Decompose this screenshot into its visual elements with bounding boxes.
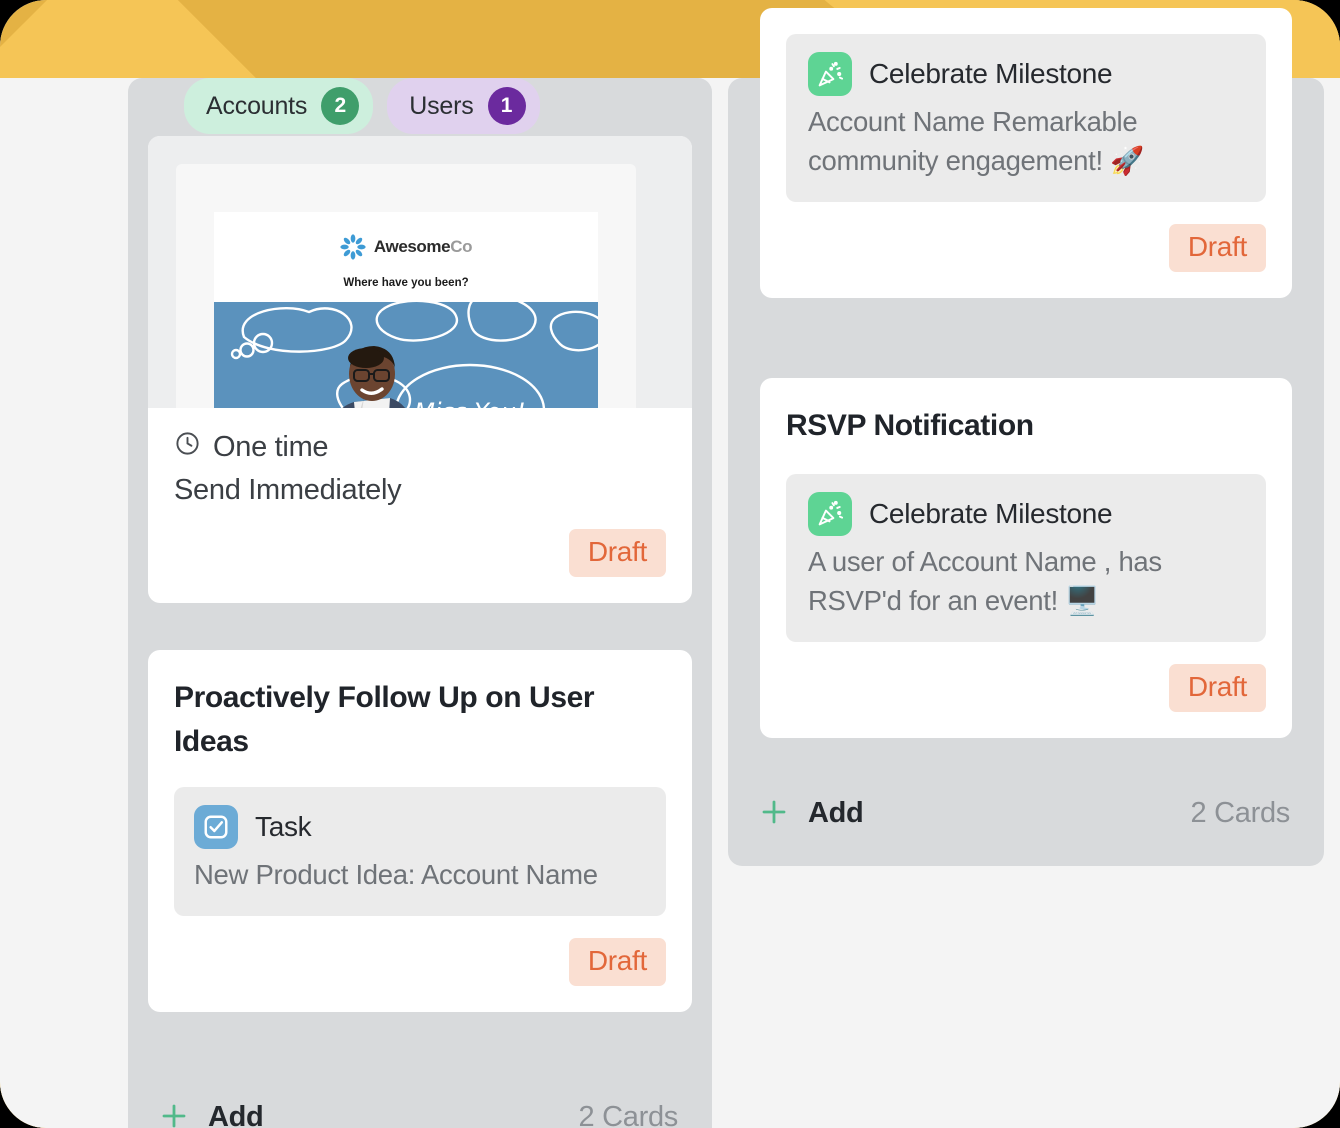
rsvp-body: A user of Account Name , has RSVP'd for … bbox=[808, 545, 1162, 616]
task-header: Task bbox=[194, 805, 646, 849]
board-column-right: Celebrate Milestone Account Name Remarka… bbox=[728, 8, 1324, 866]
card-follow-up[interactable]: Proactively Follow Up on User Ideas Task bbox=[148, 650, 692, 1013]
accounts-pill-label: Accounts bbox=[206, 91, 308, 120]
task-label: Task bbox=[255, 811, 312, 842]
rsvp-header: Celebrate Milestone bbox=[808, 491, 1244, 536]
party-popper-icon bbox=[808, 491, 852, 536]
add-card-button[interactable]: Add bbox=[758, 796, 864, 831]
task-checkbox-icon bbox=[194, 805, 238, 849]
users-pill-label: Users bbox=[409, 91, 474, 120]
email-logo-row: AwesomeCo bbox=[214, 212, 598, 260]
card-title: Proactively Follow Up on User Ideas bbox=[174, 681, 595, 758]
email-hero-image: Miss You! bbox=[214, 302, 598, 408]
rsvp-label: Celebrate Milestone bbox=[869, 497, 1113, 529]
card-title: RSVP Notification bbox=[786, 409, 1034, 442]
filter-pill-users[interactable]: Users 1 bbox=[387, 78, 540, 134]
status-row: Draft bbox=[760, 642, 1292, 738]
card-email-campaign[interactable]: AwesomeCo Where have you been? One time … bbox=[148, 136, 692, 603]
logo-secondary-text: Co bbox=[450, 237, 473, 256]
status-badge[interactable]: Draft bbox=[568, 938, 666, 987]
logo-primary-text: Awesome bbox=[373, 237, 451, 256]
task-body: New Product Idea: Account Name bbox=[194, 859, 598, 890]
task-subcard[interactable]: Task New Product Idea: Account Name bbox=[174, 787, 666, 917]
card-milestone[interactable]: Celebrate Milestone Account Name Remarka… bbox=[760, 8, 1292, 299]
schedule-row: One time bbox=[148, 408, 692, 465]
add-label: Add bbox=[808, 797, 864, 829]
clock-icon bbox=[174, 430, 201, 465]
email-body: AwesomeCo Where have you been? bbox=[214, 212, 598, 408]
card-rsvp-notification[interactable]: RSVP Notification Celebrate Milestone A … bbox=[760, 378, 1292, 738]
column-footer-right: Add 2 Cards bbox=[728, 796, 1324, 831]
status-badge[interactable]: Draft bbox=[568, 529, 666, 577]
email-sheet: AwesomeCo Where have you been? bbox=[176, 164, 636, 408]
email-logo-text: AwesomeCo bbox=[373, 237, 473, 257]
email-preview: AwesomeCo Where have you been? bbox=[148, 136, 692, 408]
filter-pill-accounts[interactable]: Accounts 2 bbox=[184, 78, 374, 134]
schedule-detail: Send Immediately bbox=[174, 474, 402, 506]
status-row: Draft bbox=[148, 916, 692, 1012]
milestone-header: Celebrate Milestone bbox=[808, 52, 1244, 96]
plus-icon bbox=[758, 796, 790, 831]
schedule-label: One time bbox=[213, 431, 329, 463]
accounts-pill-count: 2 bbox=[321, 87, 360, 125]
milestone-body: Account Name Remarkable community engage… bbox=[808, 106, 1145, 177]
column-footer-left: Add 2 Cards bbox=[128, 1100, 712, 1128]
milestone-label: Celebrate Milestone bbox=[869, 58, 1113, 89]
status-badge[interactable]: Draft bbox=[1168, 663, 1266, 712]
filter-pill-row: Accounts 2 Users 1 bbox=[184, 78, 540, 134]
status-row: Draft bbox=[760, 202, 1292, 298]
card-count-label: 2 Cards bbox=[578, 1101, 679, 1128]
status-badge[interactable]: Draft bbox=[1168, 224, 1266, 273]
status-row: Draft bbox=[148, 507, 692, 603]
board-column-left: Accounts 2 Users 1 AwesomeCo Where have … bbox=[128, 78, 712, 1128]
plus-icon bbox=[158, 1100, 190, 1128]
party-popper-icon bbox=[808, 52, 852, 96]
users-pill-count: 1 bbox=[487, 87, 526, 125]
add-label: Add bbox=[208, 1101, 264, 1128]
email-headline: Where have you been? bbox=[343, 277, 469, 289]
rsvp-subcard[interactable]: Celebrate Milestone A user of Account Na… bbox=[786, 473, 1266, 642]
app-frame: Accounts 2 Users 1 AwesomeCo Where have … bbox=[0, 0, 1340, 1128]
board: Accounts 2 Users 1 AwesomeCo Where have … bbox=[0, 0, 1340, 1128]
svg-text:Miss You!: Miss You! bbox=[414, 398, 526, 408]
add-card-button[interactable]: Add bbox=[158, 1100, 264, 1128]
milestone-subcard[interactable]: Celebrate Milestone Account Name Remarka… bbox=[786, 34, 1266, 203]
card-count-label: 2 Cards bbox=[1190, 797, 1291, 829]
flower-asterisk-icon bbox=[340, 234, 366, 260]
